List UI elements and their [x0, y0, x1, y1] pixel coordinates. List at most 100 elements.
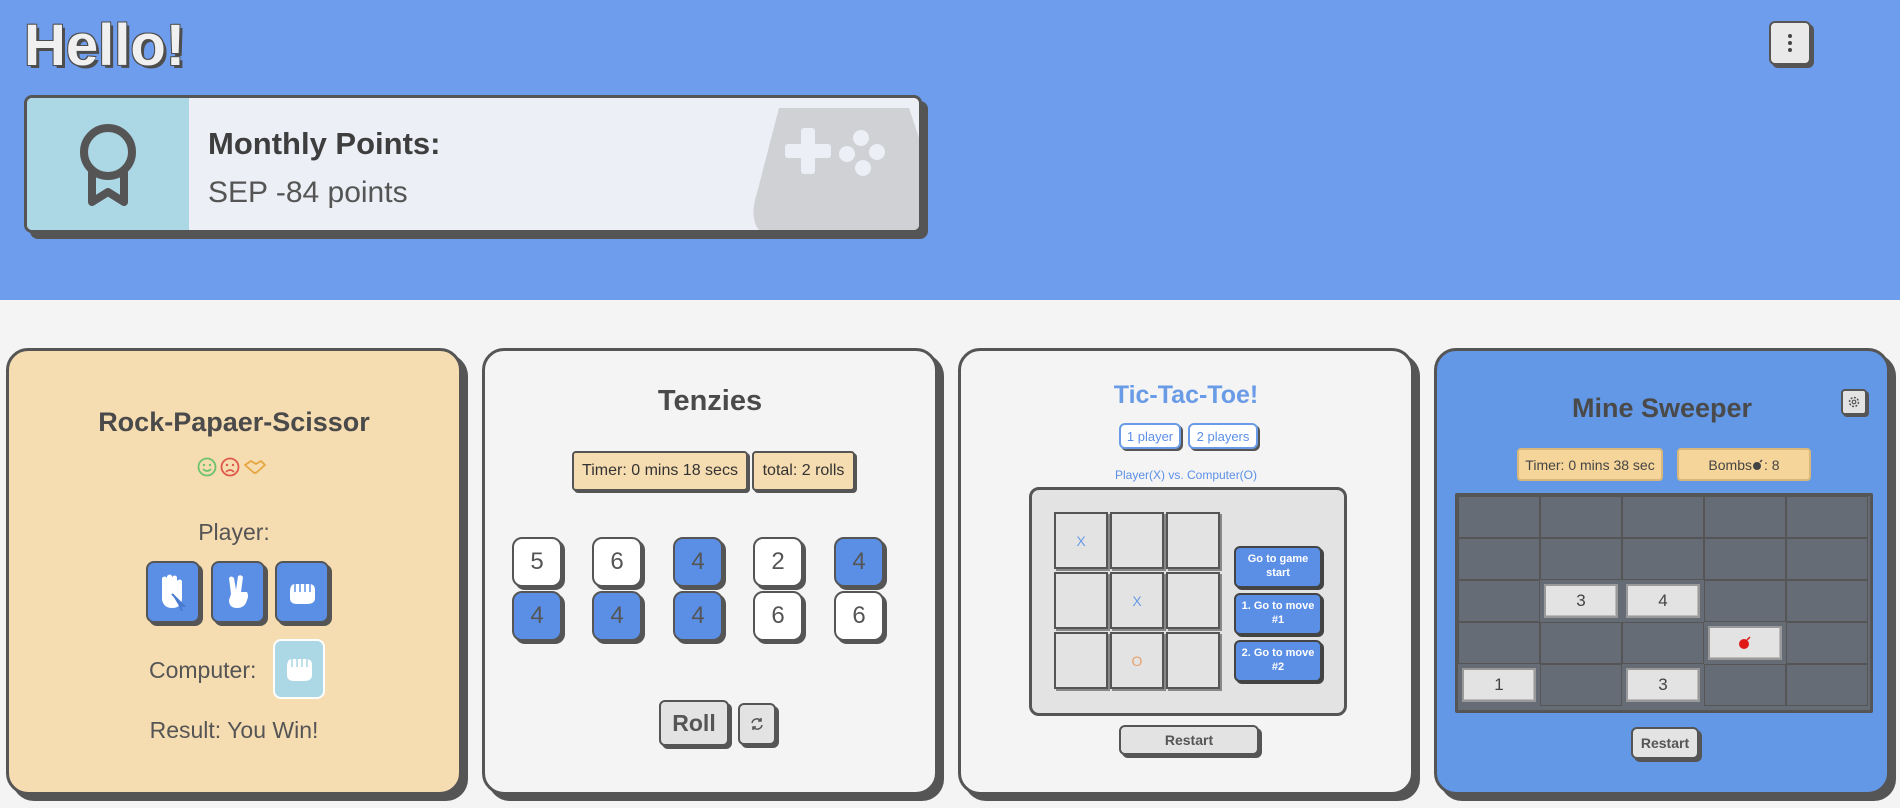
mine-settings-button[interactable]: [1841, 389, 1867, 415]
mine-cell[interactable]: [1458, 580, 1540, 622]
mine-title: Mine Sweeper: [1571, 393, 1753, 423]
bombs-count: : 8: [1764, 456, 1780, 473]
frown-face-icon: [220, 457, 240, 477]
die[interactable]: 4: [673, 537, 723, 587]
die[interactable]: 4: [834, 537, 884, 587]
ttt-board: X X O Go to game start 1. Go to move #1 …: [1029, 487, 1347, 716]
one-player-button[interactable]: 1 player: [1119, 423, 1181, 449]
bombs-label: Bombs: [1708, 456, 1752, 473]
rock-paper-scissor-card: Rock-Papaer-Scissor Player: Computer: Re…: [6, 348, 462, 795]
ttt-cell[interactable]: [1166, 572, 1220, 629]
rps-status-icons: [197, 457, 267, 477]
player-label: Player:: [198, 519, 270, 545]
mine-cell[interactable]: [1458, 538, 1540, 580]
menu-button[interactable]: [1769, 21, 1811, 65]
mine-cell[interactable]: [1786, 622, 1868, 664]
die[interactable]: 4: [592, 591, 642, 641]
ttt-title: Tic-Tac-Toe!: [1113, 381, 1259, 409]
die[interactable]: 6: [753, 591, 803, 641]
ttt-cell[interactable]: [1166, 512, 1220, 569]
mine-cell-open: 4: [1626, 584, 1700, 618]
mine-cell-open: 3: [1626, 668, 1700, 702]
ttt-cell[interactable]: [1166, 632, 1220, 689]
die[interactable]: 4: [673, 591, 723, 641]
mine-cell[interactable]: [1786, 496, 1868, 538]
mine-cell[interactable]: [1540, 622, 1622, 664]
die[interactable]: 6: [592, 537, 642, 587]
tic-tac-toe-card: Tic-Tac-Toe! 1 player 2 players Player(X…: [958, 348, 1414, 795]
smile-face-icon: [197, 457, 217, 477]
mine-cell[interactable]: [1458, 496, 1540, 538]
mine-cell[interactable]: [1622, 622, 1704, 664]
ttt-cell[interactable]: [1110, 512, 1164, 569]
bombs-counter: Bombs : 8: [1677, 448, 1811, 481]
handshake-icon: [244, 460, 266, 474]
reset-button[interactable]: [738, 703, 776, 745]
die[interactable]: 2: [753, 537, 803, 587]
rps-title: Rock-Papaer-Scissor: [98, 407, 370, 437]
mine-cell-open: 3: [1544, 584, 1618, 618]
two-players-button[interactable]: 2 players: [1188, 423, 1258, 449]
go-to-start-button[interactable]: Go to game start: [1234, 546, 1322, 588]
mine-grid: 3 4 1 3: [1455, 493, 1873, 713]
ttt-restart-button[interactable]: Restart: [1119, 725, 1259, 755]
mine-cell[interactable]: [1786, 664, 1868, 706]
fist-hand-icon: [287, 659, 312, 681]
ttt-cell[interactable]: O: [1110, 632, 1164, 689]
ttt-subtitle: Player(X) vs. Computer(O): [1114, 468, 1258, 482]
points-label: Monthly Points:: [208, 126, 441, 161]
bomb-icon: [1739, 636, 1751, 649]
rps-result: Result: You Win!: [149, 717, 319, 743]
mine-sweeper-card: Mine Sweeper Timer: 0 mins 38 sec Bombs …: [1434, 348, 1890, 795]
tenzies-roll-count: total: 2 rolls: [752, 451, 855, 491]
paper-hand-icon: [290, 584, 315, 604]
computer-label: Computer:: [149, 657, 257, 683]
mine-cell-open: 1: [1462, 668, 1536, 702]
computer-choice: [273, 639, 325, 699]
scissor-choice-button[interactable]: [211, 561, 265, 623]
mine-timer: Timer: 0 mins 38 sec: [1517, 448, 1663, 481]
mine-cell-bomb: [1708, 626, 1782, 660]
mine-cell[interactable]: [1786, 580, 1868, 622]
tenzies-timer: Timer: 0 mins 18 secs: [572, 451, 748, 491]
ttt-cell[interactable]: [1054, 632, 1108, 689]
mine-cell[interactable]: [1704, 538, 1786, 580]
mine-cell[interactable]: [1786, 538, 1868, 580]
mine-cell[interactable]: [1622, 496, 1704, 538]
ttt-cell[interactable]: X: [1110, 572, 1164, 629]
points-value: SEP -84 points: [208, 176, 408, 209]
bomb-icon: [1753, 458, 1763, 470]
paper-choice-button[interactable]: [275, 561, 329, 623]
die[interactable]: 4: [512, 591, 562, 641]
mine-cell[interactable]: [1540, 538, 1622, 580]
award-ribbon-icon: [80, 124, 136, 206]
rock-hand-icon: [162, 574, 187, 612]
go-to-move-2-button[interactable]: 2. Go to move #2: [1234, 640, 1322, 682]
mine-cell[interactable]: [1704, 496, 1786, 538]
mine-cell[interactable]: [1540, 496, 1622, 538]
greeting-heading: Hello!: [24, 13, 186, 78]
gamepad-icon: [753, 108, 919, 230]
mine-cell[interactable]: [1540, 664, 1622, 706]
mine-cell[interactable]: [1458, 622, 1540, 664]
mine-cell[interactable]: [1704, 580, 1786, 622]
rock-choice-button[interactable]: [146, 561, 200, 623]
hero-banner: Hello! Monthly Points: SEP -84 points: [0, 0, 1900, 300]
refresh-icon: [751, 718, 763, 730]
tenzies-title: Tenzies: [657, 385, 763, 417]
gear-icon: [1848, 396, 1860, 408]
scissor-hand-icon: [229, 575, 248, 608]
die[interactable]: 5: [512, 537, 562, 587]
tenzies-card: Tenzies Timer: 0 mins 18 secs total: 2 r…: [482, 348, 938, 795]
ttt-cell[interactable]: X: [1054, 512, 1108, 569]
mine-cell[interactable]: [1622, 538, 1704, 580]
vertical-dots-icon: [1788, 34, 1792, 52]
ttt-cell[interactable]: [1054, 572, 1108, 629]
mine-cell[interactable]: [1704, 664, 1786, 706]
die[interactable]: 6: [834, 591, 884, 641]
monthly-points-card: Monthly Points: SEP -84 points: [24, 95, 922, 233]
go-to-move-1-button[interactable]: 1. Go to move #1: [1234, 593, 1322, 635]
mine-restart-button[interactable]: Restart: [1631, 727, 1699, 759]
roll-button[interactable]: Roll: [659, 700, 729, 746]
points-badge: [27, 98, 189, 230]
